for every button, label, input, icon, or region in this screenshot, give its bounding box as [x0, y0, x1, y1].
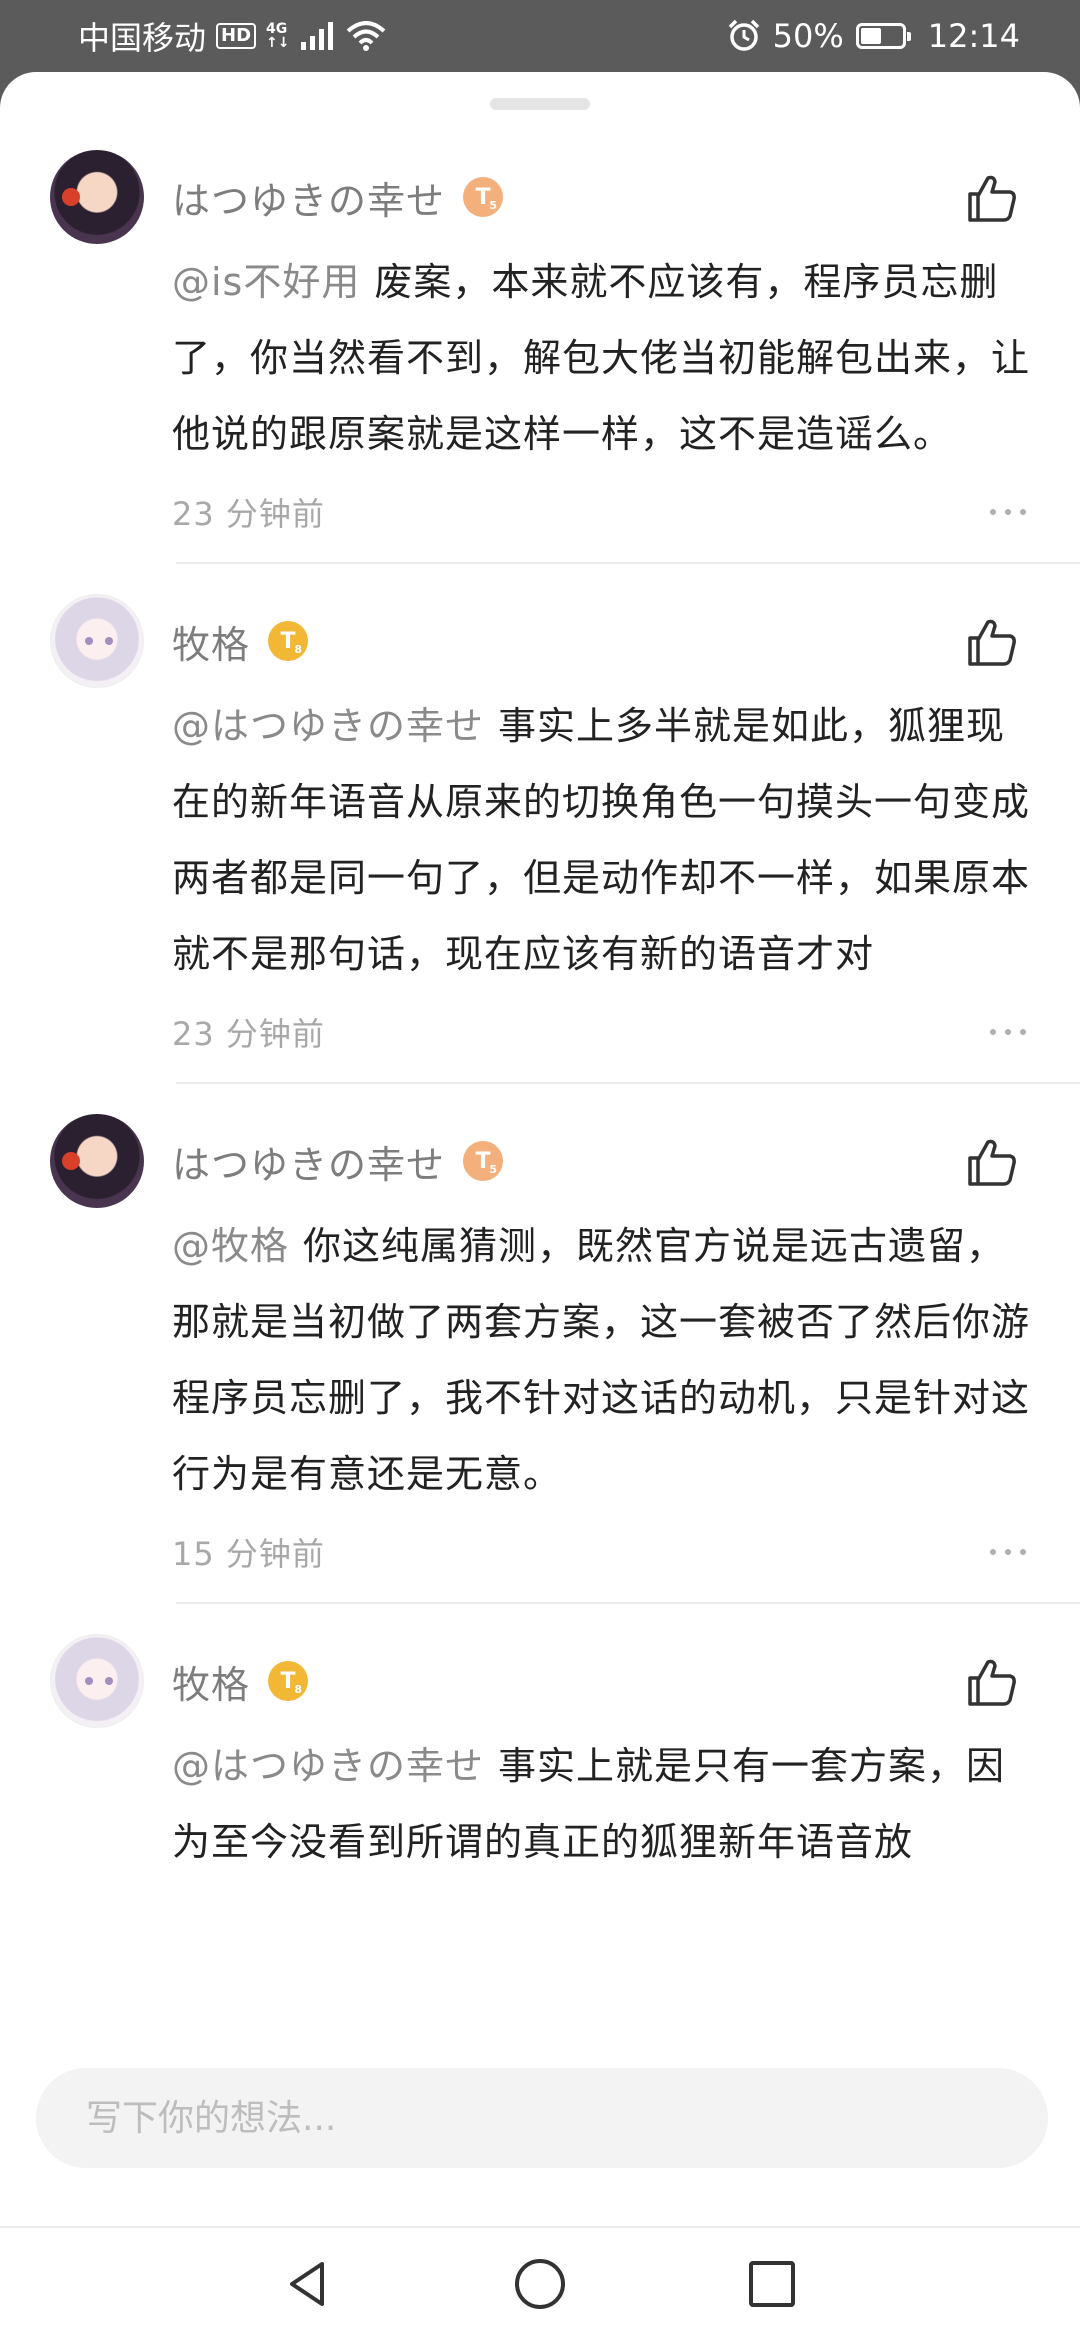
like-icon[interactable]: [964, 1134, 1020, 1190]
level-number: 5: [489, 1163, 498, 1176]
mention-link[interactable]: @はつゆきの幸せ: [172, 1744, 484, 1788]
level-letter: T: [280, 1668, 296, 1694]
alarm-icon: [728, 19, 759, 51]
more-icon[interactable]: [988, 502, 1028, 515]
level-badge-icon: T8: [268, 621, 309, 661]
username[interactable]: はつゆきの幸せ: [172, 170, 445, 225]
more-icon[interactable]: [988, 1022, 1028, 1035]
avatar[interactable]: [50, 1114, 144, 1208]
comment-header: はつゆきの幸せ T 5: [172, 150, 1080, 244]
comment-header: はつゆきの幸せ T 5: [172, 1114, 1080, 1208]
username[interactable]: 牧格: [172, 1654, 250, 1709]
divider: [176, 1082, 1080, 1084]
mention-link[interactable]: @is不好用: [172, 260, 360, 304]
avatar[interactable]: [50, 594, 144, 688]
divider: [176, 562, 1080, 564]
home-icon[interactable]: [510, 2254, 570, 2314]
comment-body: @牧格 你这纯属猜测，既然官方说是远古遗留，那就是当初做了两套方案，这一套被否了然…: [172, 1208, 1040, 1512]
comment-item[interactable]: 牧格 T 8 @はつゆきの幸せ 事实上就是只有一套方案，因为至今没看到所谓的真正的狐狸新…: [0, 1614, 1080, 1890]
status-bar: 中国移动 HD 4G ↑↓ 50% 12:14: [0, 0, 1080, 72]
avatar[interactable]: [50, 150, 144, 244]
comment-input-bar: [0, 2052, 1080, 2208]
comment-header: 牧格 T 8: [172, 1634, 1080, 1728]
hd-icon: HD: [216, 23, 257, 49]
comment-item[interactable]: 牧格 T 8 @はつゆきの幸せ 事实上多半就是如此，狐狸现在的新年语音从原来的切换角色一…: [0, 574, 1080, 1094]
level-letter: T: [475, 184, 491, 210]
like-icon[interactable]: [964, 170, 1020, 226]
avatar[interactable]: [50, 1634, 144, 1728]
more-icon[interactable]: [988, 1542, 1028, 1555]
network-type-icon: 4G ↑↓: [266, 22, 289, 50]
comment-meta: 23 分钟前: [172, 472, 1080, 552]
carrier-name: 中国移动: [78, 19, 207, 57]
wifi-icon: [346, 21, 385, 51]
divider: [176, 1602, 1080, 1604]
comment-time: 23 分钟前: [172, 495, 325, 533]
navigation-bar: [0, 2226, 1080, 2340]
mention-link[interactable]: @牧格: [172, 1224, 289, 1268]
back-icon[interactable]: [278, 2254, 338, 2314]
status-left: 中国移动 HD 4G ↑↓: [78, 0, 386, 72]
like-icon[interactable]: [964, 614, 1020, 670]
comment-text: 你这纯属猜测，既然官方说是远古遗留，那就是当初做了两套方案，这一套被否了然后你游…: [172, 1224, 1031, 1496]
comment-item[interactable]: はつゆきの幸せ T 5 @is不好用 废案，本来就不应该有，程序员忘删了，你当然看不到，…: [0, 130, 1080, 574]
comment-meta: 23 分钟前: [172, 992, 1080, 1072]
comment-time: 15 分钟前: [172, 1535, 325, 1573]
comment-list[interactable]: はつゆきの幸せ T 5 @is不好用 废案，本来就不应该有，程序员忘删了，你当然看不到，…: [0, 130, 1080, 2120]
comment-time: 23 分钟前: [172, 1015, 325, 1053]
clock: 12:14: [927, 17, 1020, 55]
comment-body: @はつゆきの幸せ 事实上就是只有一套方案，因为至今没看到所谓的真正的狐狸新年语音放: [172, 1728, 1040, 1880]
battery-fill: [860, 28, 881, 44]
level-number: 8: [294, 1683, 303, 1696]
comment-item[interactable]: はつゆきの幸せ T 5 @牧格 你这纯属猜测，既然官方说是远古遗留，那就是当初做了两套方…: [0, 1094, 1080, 1614]
comment-body: @はつゆきの幸せ 事实上多半就是如此，狐狸现在的新年语音从原来的切换角色一句摸头一…: [172, 688, 1040, 992]
level-number: 5: [489, 199, 498, 212]
status-right: 50% 12:14: [727, 0, 1020, 72]
level-badge-icon: T5: [463, 1141, 504, 1181]
comment-sheet: はつゆきの幸せ T 5 @is不好用 废案，本来就不应该有，程序员忘删了，你当然看不到，…: [0, 72, 1080, 2340]
level-number: 8: [294, 643, 303, 656]
battery-percent: 50%: [772, 17, 844, 55]
username[interactable]: はつゆきの幸せ: [172, 1134, 445, 1189]
level-letter: T: [280, 628, 296, 654]
level-badge-icon: T5: [463, 177, 504, 217]
comment-input[interactable]: [36, 2068, 1048, 2168]
mention-link[interactable]: @はつゆきの幸せ: [172, 704, 484, 748]
recents-icon[interactable]: [742, 2254, 802, 2314]
like-icon[interactable]: [964, 1654, 1020, 1710]
comment-meta: 15 分钟前: [172, 1512, 1080, 1592]
username[interactable]: 牧格: [172, 614, 250, 669]
comment-body: @is不好用 废案，本来就不应该有，程序员忘删了，你当然看不到，解包大佬当初能解包…: [172, 244, 1040, 472]
network-arrows: ↑↓: [266, 35, 290, 51]
level-badge-icon: T8: [268, 1661, 309, 1701]
battery-icon: [855, 23, 911, 49]
sheet-drag-handle[interactable]: [490, 98, 590, 110]
network-type: 4G: [266, 21, 288, 37]
comment-header: 牧格 T 8: [172, 594, 1080, 688]
signal-icon: [300, 22, 333, 50]
level-letter: T: [475, 1148, 491, 1174]
